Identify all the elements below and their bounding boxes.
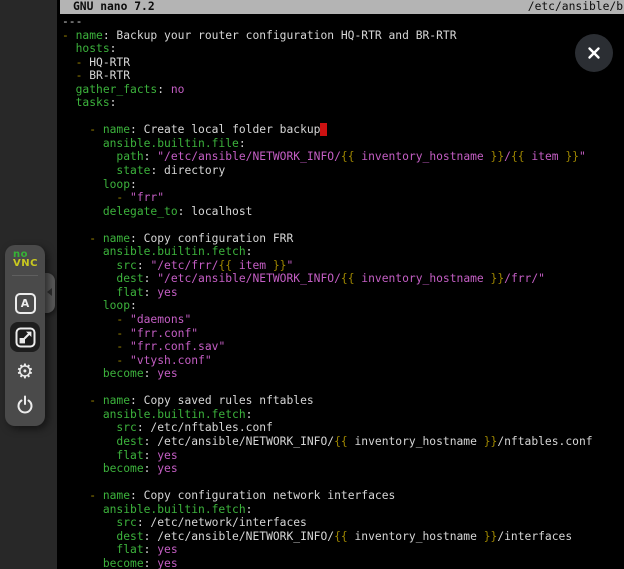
power-icon <box>14 394 36 416</box>
terminal-line: src: /etc/nftables.conf <box>62 421 624 435</box>
terminal-line: become: yes <box>62 367 624 381</box>
terminal-line: - name: Backup your router configuration… <box>62 29 624 43</box>
terminal-line: ansible.builtin.fetch: <box>62 408 624 422</box>
terminal-line: - name: Create local folder backup <box>62 123 624 137</box>
terminal-line: - BR-RTR <box>62 69 624 83</box>
terminal-line <box>62 110 624 124</box>
cursor <box>320 123 327 136</box>
terminal-line: dest: "/etc/ansible/NETWORK_INFO/{{ inve… <box>62 272 624 286</box>
terminal-line: hosts: <box>62 42 624 56</box>
terminal-line: state: directory <box>62 164 624 178</box>
terminal-line: - "frr.conf" <box>62 327 624 341</box>
terminal-line: delegate_to: localhost <box>62 205 624 219</box>
fullscreen-button[interactable] <box>10 322 40 352</box>
vnc-control-bar: no VNC A ⚙ <box>5 245 45 426</box>
divider <box>12 275 38 276</box>
terminal-line: - "frr" <box>62 191 624 205</box>
terminal-line: - name: Copy configuration network inter… <box>62 489 624 503</box>
terminal-line: src: "/etc/frr/{{ item }}" <box>62 259 624 273</box>
terminal-line: --- <box>62 15 624 29</box>
terminal-line: flat: yes <box>62 449 624 463</box>
power-button[interactable] <box>10 390 40 420</box>
close-button[interactable] <box>575 34 613 72</box>
terminal-line: - "daemons" <box>62 313 624 327</box>
terminal-line: flat: yes <box>62 286 624 300</box>
vnc-session-screen: GNU nano 7.2 /etc/ansible/b ---- name: B… <box>0 0 624 569</box>
fullscreen-icon <box>15 327 36 348</box>
terminal-line <box>62 218 624 232</box>
terminal-line <box>62 381 624 395</box>
terminal-line: ansible.builtin.fetch: <box>62 245 624 259</box>
terminal-line: become: yes <box>62 462 624 476</box>
terminal-line: - "vtysh.conf" <box>62 354 624 368</box>
gear-icon: ⚙ <box>16 361 34 381</box>
terminal-line: loop: <box>62 178 624 192</box>
nano-titlebar: GNU nano 7.2 /etc/ansible/b <box>60 0 624 14</box>
terminal-line: ansible.builtin.file: <box>62 137 624 151</box>
keyboard-key-icon: A <box>15 293 36 314</box>
terminal-line: loop: <box>62 299 624 313</box>
novnc-logo: no VNC <box>13 251 37 268</box>
keyboard-button[interactable]: A <box>10 288 40 318</box>
terminal-line: dest: /etc/ansible/NETWORK_INFO/{{ inven… <box>62 435 624 449</box>
terminal-line: - name: Copy configuration FRR <box>62 232 624 246</box>
novnc-logo-vnc: VNC <box>13 260 37 269</box>
editor-content[interactable]: ---- name: Backup your router configurat… <box>62 15 624 569</box>
settings-button[interactable]: ⚙ <box>10 356 40 386</box>
terminal-line: - HQ-RTR <box>62 56 624 70</box>
terminal-line: path: "/etc/ansible/NETWORK_INFO/{{ inve… <box>62 150 624 164</box>
terminal-line: ansible.builtin.fetch: <box>62 503 624 517</box>
terminal-line: src: /etc/network/interfaces <box>62 516 624 530</box>
terminal-line: - "frr.conf.sav" <box>62 340 624 354</box>
terminal-line: flat: yes <box>62 543 624 557</box>
terminal-line: dest: /etc/ansible/NETWORK_INFO/{{ inven… <box>62 530 624 544</box>
close-icon <box>584 43 604 63</box>
terminal-line: gather_facts: no <box>62 83 624 97</box>
nano-version: GNU nano 7.2 <box>73 0 155 14</box>
terminal[interactable]: GNU nano 7.2 /etc/ansible/b ---- name: B… <box>57 0 624 569</box>
terminal-line: - name: Copy saved rules nftables <box>62 394 624 408</box>
nano-file-path: /etc/ansible/b <box>528 0 623 14</box>
terminal-line: tasks: <box>62 96 624 110</box>
terminal-line: become: yes <box>62 557 624 569</box>
terminal-line <box>62 476 624 490</box>
